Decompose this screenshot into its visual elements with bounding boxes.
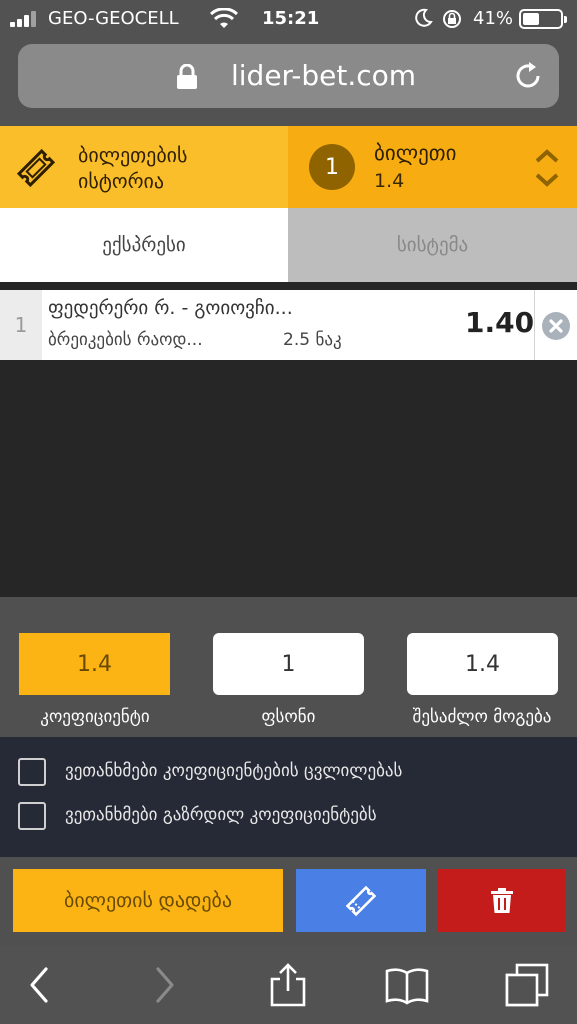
ticket-count-badge: 1 <box>309 144 355 190</box>
do-not-disturb-icon <box>415 8 433 27</box>
total-odds-box: 1.4 <box>19 633 170 695</box>
bet-selection-row: 1 ფედერერი რ. - გოიოვჩი... ბრეიკების რაო… <box>0 290 577 360</box>
ticket-title: ბილეთი <box>374 141 457 165</box>
ticket-actions: ბილეთის დადება <box>0 857 577 945</box>
remove-selection-icon[interactable] <box>541 311 571 341</box>
bet-index: 1 <box>0 290 42 360</box>
battery-percent: 41% <box>473 8 514 29</box>
forward-icon[interactable] <box>142 963 186 1007</box>
stake-input[interactable] <box>213 633 364 695</box>
accept-odds-change-option[interactable]: ვეთანხმები კოეფიციენტების ცვლილებას <box>18 758 568 788</box>
share-icon[interactable] <box>266 963 310 1007</box>
bet-odds: 1.40 <box>465 306 535 339</box>
url-text: lider-bet.com <box>231 59 417 92</box>
ticket-icon <box>16 148 56 188</box>
carrier-name: GEO-GEOCELL <box>48 8 179 29</box>
delete-ticket-button[interactable] <box>438 869 565 932</box>
signal-strength-icon <box>10 11 42 27</box>
total-odds-label: კოეფიციენტი <box>40 707 150 727</box>
browser-address-area: lider-bet.com <box>0 38 577 126</box>
ticket-icon <box>345 885 377 916</box>
bet-market-line: 2.5 ნაკ <box>283 330 342 350</box>
clock: 15:21 <box>262 8 320 29</box>
wifi-icon <box>210 8 238 28</box>
bookmarks-icon[interactable] <box>385 963 429 1007</box>
accept-increased-odds-option[interactable]: ვეთანხმები გაზრდილ კოეფიციენტებს <box>18 802 568 832</box>
accept-odds-change-label: ვეთანხმები კოეფიციენტების ცვლილებას <box>65 761 403 781</box>
accept-increased-odds-checkbox[interactable] <box>18 802 46 830</box>
share-ticket-button[interactable] <box>296 869 426 932</box>
tab-express[interactable]: ექსპრესი <box>0 208 288 282</box>
battery-icon <box>519 9 567 29</box>
bet-market-name: ბრეიკების რაოდ... <box>48 330 203 350</box>
bet-options: ვეთანხმები კოეფიციენტების ცვლილებას ვეთა… <box>0 737 577 857</box>
address-bar[interactable]: lider-bet.com <box>18 44 559 108</box>
bet-event-name: ფედერერი რ. - გოიოვჩი... <box>48 297 293 319</box>
row-divider <box>534 290 535 360</box>
trash-icon <box>490 887 513 913</box>
stake-area: 1.4 1.4 კოეფიციენტი ფსონი შესაძლო მოგება <box>0 597 577 737</box>
tabs-icon[interactable] <box>505 963 549 1007</box>
possible-win-box: 1.4 <box>407 633 558 695</box>
possible-win-label: შესაძლო მოგება <box>412 707 552 727</box>
rotation-lock-icon <box>443 10 461 28</box>
accept-increased-odds-label: ვეთანხმები გაზრდილ კოეფიციენტებს <box>65 805 377 825</box>
ticket-history-label: ბილეთების ისტორია <box>78 143 188 193</box>
expand-collapse-icon[interactable] <box>532 146 562 190</box>
browser-toolbar <box>0 945 577 1024</box>
ticket-history-button[interactable]: ბილეთების ისტორია <box>0 126 288 208</box>
reload-icon[interactable] <box>513 61 543 91</box>
lock-icon <box>177 64 197 89</box>
back-icon[interactable] <box>18 963 62 1007</box>
place-bet-button[interactable]: ბილეთის დადება <box>13 869 283 932</box>
stake-label: ფსონი <box>261 707 316 727</box>
status-bar: GEO-GEOCELL 15:21 41% <box>0 0 577 38</box>
accept-odds-change-checkbox[interactable] <box>18 758 46 786</box>
ticket-total-odds: 1.4 <box>374 170 405 192</box>
current-ticket-toggle[interactable]: 1 ბილეთი 1.4 <box>288 126 577 208</box>
tab-system[interactable]: სისტემა <box>288 208 577 282</box>
